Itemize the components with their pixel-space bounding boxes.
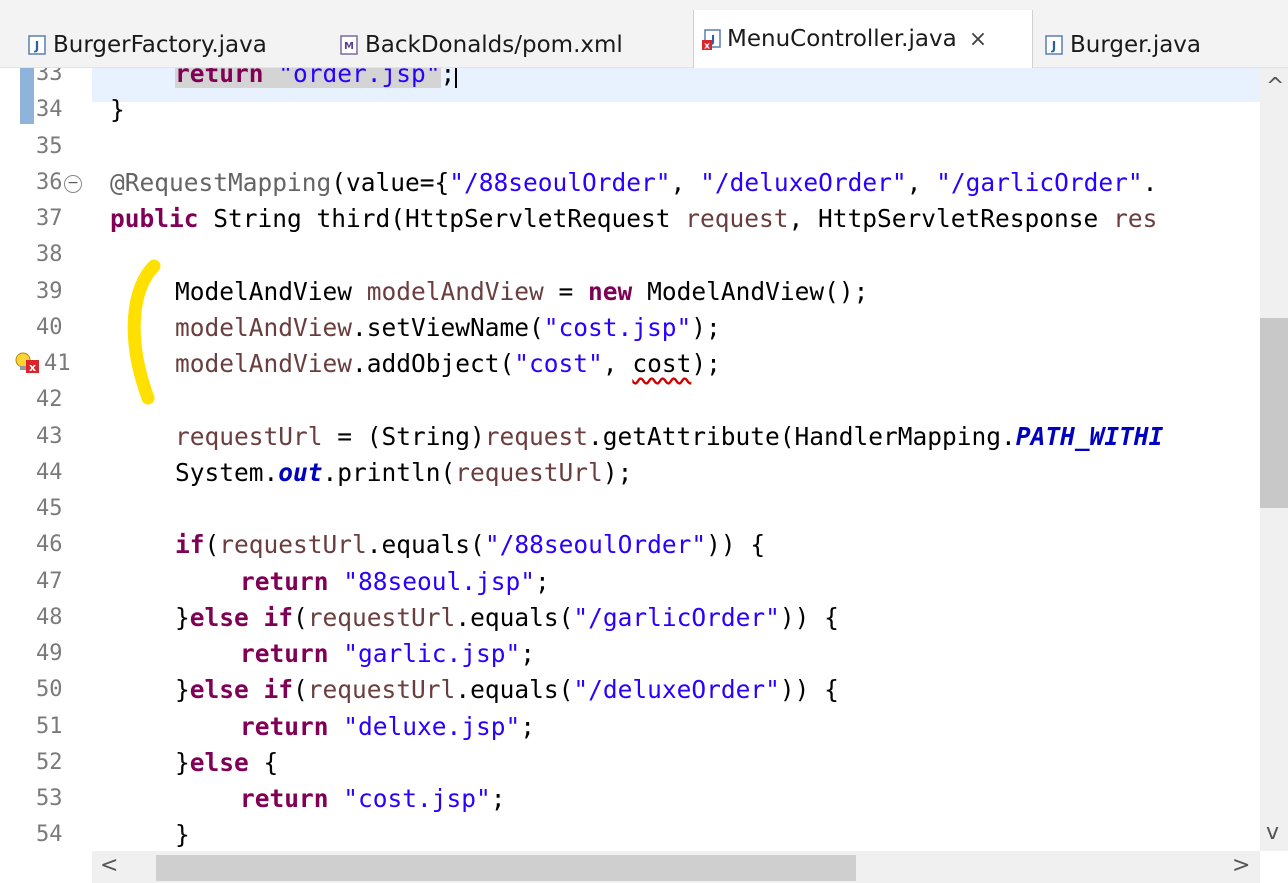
horizontal-scrollbar[interactable]: < > bbox=[92, 851, 1260, 883]
compile-error-token: cost bbox=[632, 349, 692, 378]
code-area[interactable]: return "order.jsp"; } @RequestMapping(va… bbox=[110, 68, 1260, 851]
scroll-left-icon[interactable]: < bbox=[100, 853, 118, 878]
code-line-33: return "order.jsp"; bbox=[175, 68, 458, 92]
line-number: 47 bbox=[36, 569, 63, 594]
line-number: 51 bbox=[36, 714, 63, 739]
line-number: 49 bbox=[36, 641, 63, 666]
line-number: 37 bbox=[36, 206, 63, 231]
svg-text:M: M bbox=[344, 41, 354, 52]
text-cursor bbox=[455, 68, 458, 88]
code-line-46: if(requestUrl.equals("/88seoulOrder")) { bbox=[175, 530, 766, 559]
tab-label: BackDonalds/pom.xml bbox=[365, 32, 623, 58]
line-number: 39 bbox=[36, 279, 63, 304]
code-line-41: modelAndView.addObject("cost", cost); bbox=[175, 349, 721, 378]
line-number: 42 bbox=[36, 387, 63, 412]
code-line-39: ModelAndView modelAndView = new ModelAnd… bbox=[175, 277, 869, 306]
line-number: 52 bbox=[36, 750, 63, 775]
line-number: 43 bbox=[36, 424, 63, 449]
line-number: 48 bbox=[36, 605, 63, 630]
java-file-error-icon: Jx bbox=[702, 29, 721, 52]
code-line-50: }else if(requestUrl.equals("/deluxeOrder… bbox=[175, 675, 839, 704]
java-file-icon: J bbox=[28, 35, 46, 55]
line-number: 34 bbox=[36, 97, 63, 122]
code-line-48: }else if(requestUrl.equals("/garlicOrder… bbox=[175, 603, 839, 632]
svg-text:J: J bbox=[34, 39, 39, 53]
code-line-47: return "88seoul.jsp"; bbox=[240, 567, 550, 596]
line-number: 35 bbox=[36, 134, 63, 159]
code-line-44: System.out.println(requestUrl); bbox=[175, 458, 633, 487]
tab-burgerfactory[interactable]: J BurgerFactory.java bbox=[28, 22, 267, 68]
line-number: 45 bbox=[36, 496, 63, 521]
line-number-gutter: 33 34 35 36 − 37 38 39 40 41 x 42 43 44 … bbox=[0, 68, 92, 851]
svg-text:x: x bbox=[29, 361, 36, 374]
scroll-up-icon[interactable]: ^ bbox=[1266, 74, 1284, 99]
editor-tab-bar: J BurgerFactory.java M BackDonalds/pom.x… bbox=[0, 0, 1288, 68]
line-number: 44 bbox=[36, 460, 63, 485]
code-line-40: modelAndView.setViewName("cost.jsp"); bbox=[175, 313, 721, 342]
line-number: 40 bbox=[36, 315, 63, 340]
line-number: 36 bbox=[36, 170, 63, 195]
svg-text:x: x bbox=[704, 42, 710, 52]
line-number: 54 bbox=[36, 822, 63, 847]
line-number: 46 bbox=[36, 532, 63, 557]
java-file-icon: J bbox=[1045, 35, 1063, 55]
svg-text:J: J bbox=[1051, 39, 1056, 53]
line-number: 33 bbox=[36, 68, 63, 86]
maven-pom-icon: M bbox=[340, 35, 358, 55]
code-line-52: }else { bbox=[175, 748, 279, 777]
code-line-51: return "deluxe.jsp"; bbox=[240, 712, 536, 741]
tab-pom-xml[interactable]: M BackDonalds/pom.xml bbox=[340, 22, 623, 68]
tab-label: Burger.java bbox=[1070, 32, 1202, 58]
vertical-scrollbar[interactable]: ^ v bbox=[1260, 68, 1288, 851]
scroll-right-icon[interactable]: > bbox=[1232, 853, 1250, 878]
code-line-43: requestUrl = (String)request.getAttribut… bbox=[175, 422, 1164, 451]
fold-toggle-icon[interactable]: − bbox=[64, 175, 82, 193]
code-line-53: return "cost.jsp"; bbox=[240, 784, 506, 813]
code-line-36: @RequestMapping(value={"/88seoulOrder", … bbox=[110, 168, 1158, 197]
line-number: 50 bbox=[36, 677, 63, 702]
close-tab-icon[interactable]: × bbox=[969, 27, 987, 52]
horizontal-scroll-thumb[interactable] bbox=[156, 855, 856, 881]
line-number: 41 bbox=[44, 351, 71, 376]
tab-burger[interactable]: J Burger.java bbox=[1045, 22, 1201, 68]
code-editor[interactable]: 33 34 35 36 − 37 38 39 40 41 x 42 43 44 … bbox=[0, 68, 1260, 851]
code-line-54: } bbox=[175, 820, 190, 849]
tab-label: MenuController.java bbox=[727, 26, 957, 52]
line-number: 53 bbox=[36, 786, 63, 811]
tab-label: BurgerFactory.java bbox=[53, 32, 267, 58]
tab-menucontroller[interactable]: Jx MenuController.java × bbox=[693, 10, 1033, 68]
change-marker bbox=[20, 68, 34, 124]
code-line-37: public String third(HttpServletRequest r… bbox=[110, 204, 1158, 233]
scroll-down-icon[interactable]: v bbox=[1266, 820, 1279, 845]
line-number: 38 bbox=[36, 242, 63, 267]
error-lightbulb-icon[interactable]: x bbox=[14, 351, 44, 375]
code-line-49: return "garlic.jsp"; bbox=[240, 639, 536, 668]
code-line-34: } bbox=[110, 95, 125, 124]
vertical-scroll-thumb[interactable] bbox=[1260, 318, 1288, 508]
